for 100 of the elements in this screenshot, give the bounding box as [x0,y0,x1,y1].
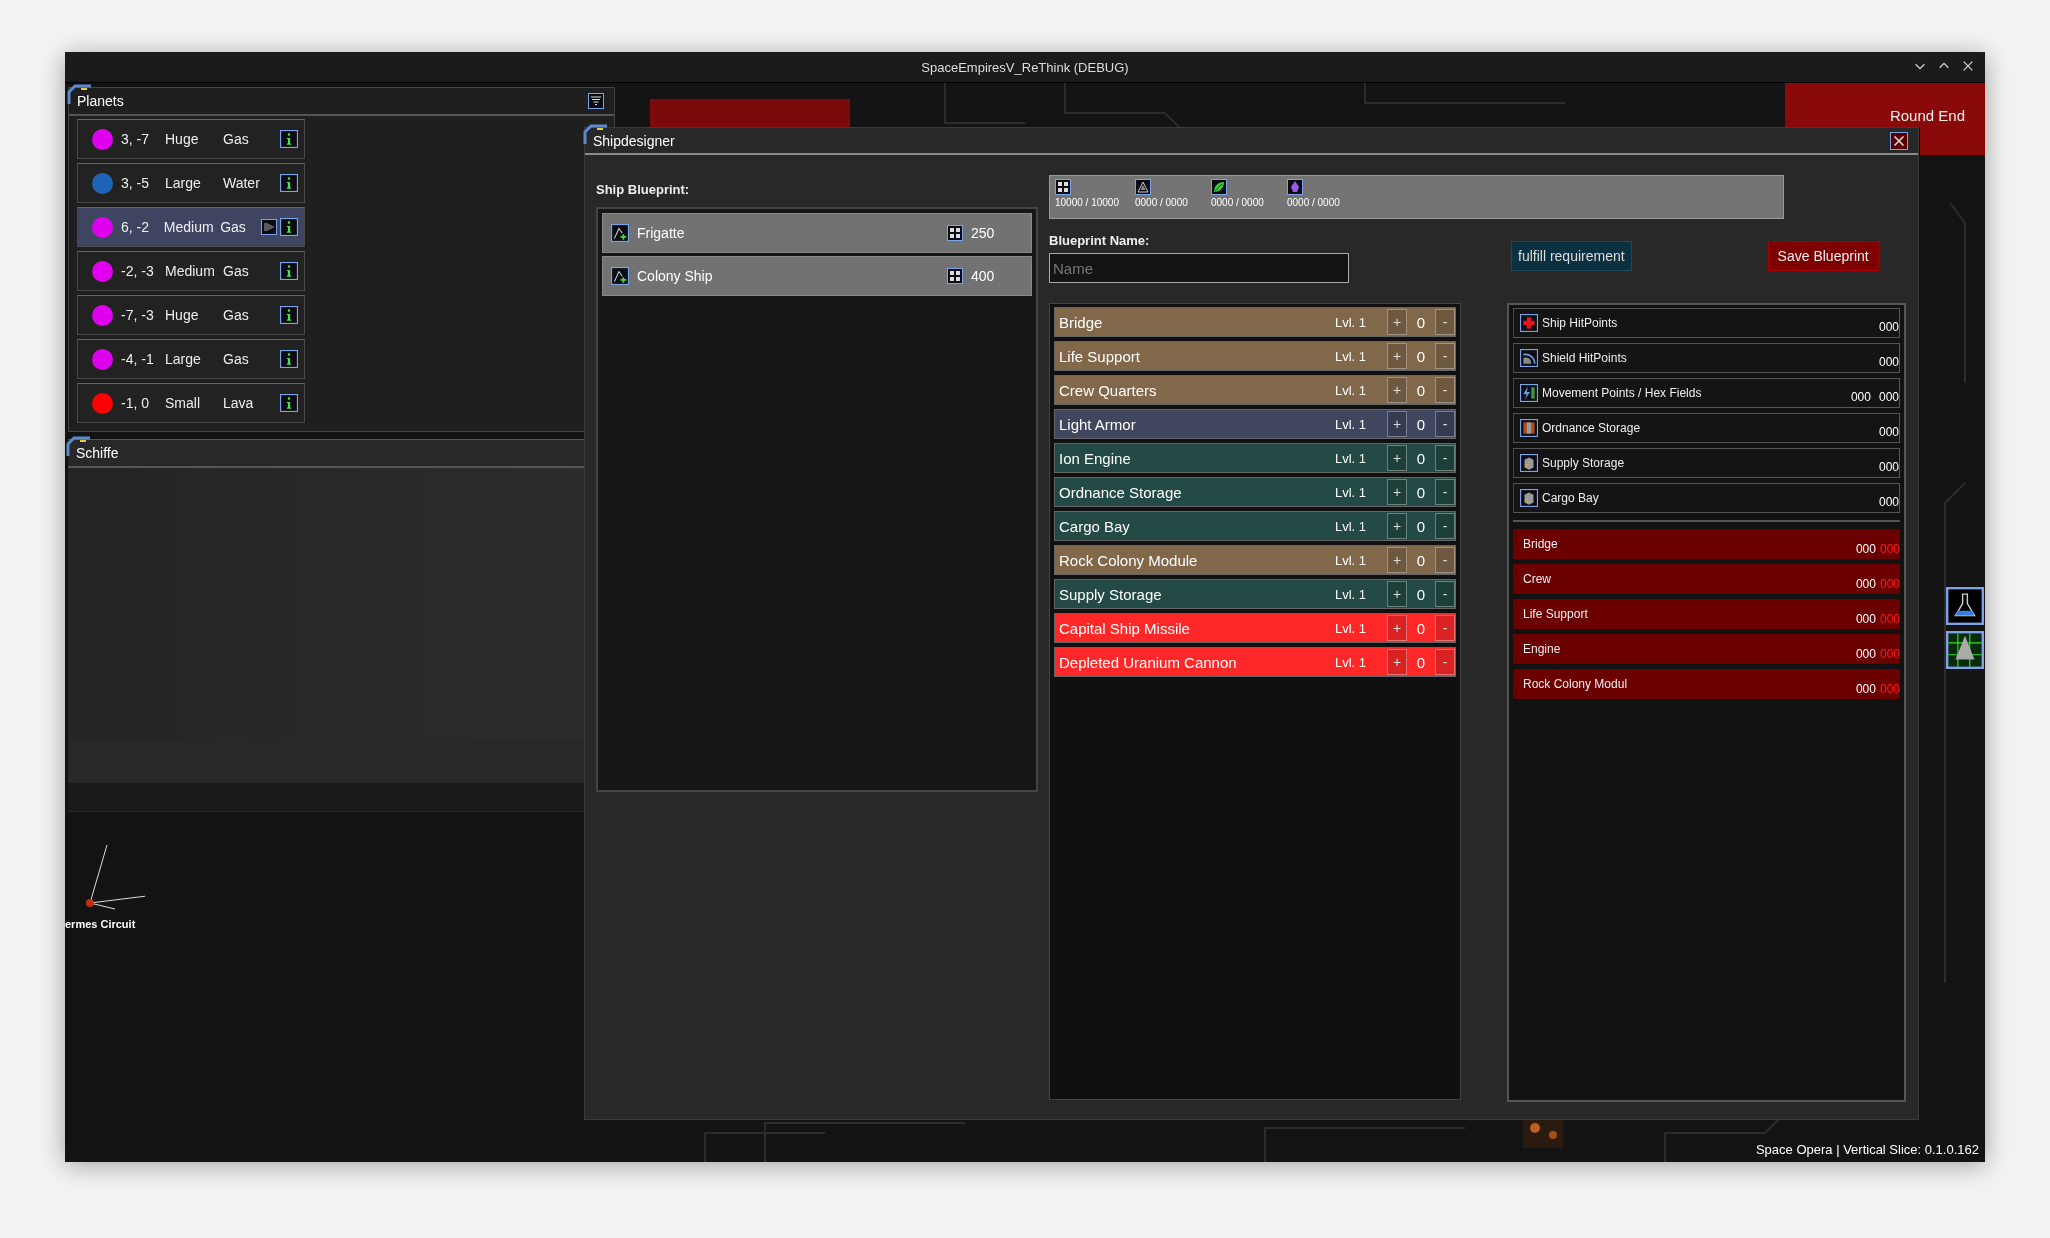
plus-button[interactable]: + [1387,445,1407,471]
module-count: 0 [1415,619,1427,637]
module-count: 0 [1415,381,1427,399]
planet-coords: -2, -3 [121,263,155,279]
planet-row[interactable]: 3, -5 Large Water [77,163,305,203]
info-icon[interactable] [280,350,298,368]
module-name: Ordnance Storage [1059,483,1183,501]
module-level: Lvl. 1 [1335,348,1368,364]
planet-coords: -4, -1 [121,351,155,367]
ship-add-icon [611,267,629,285]
module-row[interactable]: Capital Ship Missile Lvl. 1 + 0 - [1054,613,1456,643]
filter-icon[interactable] [588,93,604,109]
info-icon[interactable] [280,174,298,192]
planet-row[interactable]: 6, -2 Medium Gas [77,207,305,247]
stat-label: Supply Storage [1542,456,1626,470]
planet-coords: 6, -2 [121,219,150,235]
stat-label: Cargo Bay [1542,491,1600,505]
lightning-battery-icon [1520,384,1538,402]
module-row[interactable]: Ion Engine Lvl. 1 + 0 - [1054,443,1456,473]
module-name: Bridge [1059,313,1104,331]
module-row[interactable]: Rock Colony Module Lvl. 1 + 0 - [1054,545,1456,575]
minus-button[interactable]: - [1435,411,1455,437]
plus-button[interactable]: + [1387,343,1407,369]
minus-button[interactable]: - [1435,377,1455,403]
crystal-icon [1286,179,1303,195]
stat-value: 000 [1878,320,1899,336]
plus-button[interactable]: + [1387,615,1407,641]
module-row[interactable]: Bridge Lvl. 1 + 0 - [1054,307,1456,337]
ship-grid-icon[interactable] [1946,631,1984,669]
plus-button[interactable]: + [1387,547,1407,573]
module-row[interactable]: Light Armor Lvl. 1 + 0 - [1054,409,1456,439]
requirement-label: Life Support [1523,607,1589,621]
minus-button[interactable]: - [1435,513,1455,539]
module-level: Lvl. 1 [1335,586,1368,602]
round-end-button[interactable]: Round End [1785,83,1985,127]
module-count: 0 [1415,483,1427,501]
module-name: Depleted Uranium Cannon [1059,653,1238,671]
close-button[interactable] [1890,131,1908,150]
minus-button[interactable]: - [1435,615,1455,641]
plus-button[interactable]: + [1387,411,1407,437]
module-level: Lvl. 1 [1335,416,1368,432]
requirement-value: 000 [1855,647,1876,663]
planet-row[interactable]: -4, -1 Large Gas [77,339,305,379]
minus-button[interactable]: - [1435,581,1455,607]
planet-size: Small [165,395,201,411]
planet-type: Lava [223,395,255,411]
planet-type: Gas [223,263,250,279]
name-field[interactable]: Name [1049,253,1349,283]
module-count: 0 [1415,517,1427,535]
ship-add-icon [611,224,629,242]
info-icon[interactable] [280,218,298,236]
blueprint-item[interactable]: Colony Ship 400 [602,256,1032,296]
planet-type: Gas [223,351,250,367]
planet-row[interactable]: -1, 0 Small Lava [77,383,305,423]
planet-row[interactable]: -2, -3 Medium Gas [77,251,305,291]
minus-button[interactable]: - [1435,309,1455,335]
save-blueprint-button[interactable]: Save Blueprint [1767,241,1879,271]
module-level: Lvl. 1 [1335,654,1368,670]
module-level: Lvl. 1 [1335,552,1368,568]
module-row[interactable]: Supply Storage Lvl. 1 + 0 - [1054,579,1456,609]
module-count: 0 [1415,415,1427,433]
plus-button[interactable]: + [1387,513,1407,539]
module-level: Lvl. 1 [1335,382,1368,398]
plus-button[interactable]: + [1387,581,1407,607]
module-row[interactable]: Life Support Lvl. 1 + 0 - [1054,341,1456,371]
flask-icon[interactable] [1946,587,1984,625]
resource-amount: 0000 / 0000 [1210,197,1265,208]
info-icon[interactable] [280,394,298,412]
module-row[interactable]: Cargo Bay Lvl. 1 + 0 - [1054,511,1456,541]
planet-type: Gas [223,307,250,323]
blueprint-item[interactable]: Frigatte 250 [602,213,1032,253]
fulfill-requirement-button[interactable]: fulfill requirement [1511,241,1632,271]
module-level: Lvl. 1 [1335,484,1368,500]
plus-button[interactable]: + [1387,309,1407,335]
planet-type: Water [223,175,261,191]
info-icon[interactable] [280,130,298,148]
container-icon [1520,489,1538,507]
minus-button[interactable]: - [1435,547,1455,573]
info-icon[interactable] [280,306,298,324]
planet-size: Large [165,351,202,367]
minus-button[interactable]: - [1435,445,1455,471]
module-row[interactable]: Depleted Uranium Cannon Lvl. 1 + 0 - [1054,647,1456,677]
plus-button[interactable]: + [1387,649,1407,675]
minus-button[interactable]: - [1435,343,1455,369]
module-count: 0 [1415,347,1427,365]
module-row[interactable]: Crew Quarters Lvl. 1 + 0 - [1054,375,1456,405]
planet-row[interactable]: -7, -3 Huge Gas [77,295,305,335]
close-icon[interactable] [1961,59,1975,73]
section-label: Ship Blueprint: [596,182,691,197]
info-icon[interactable] [280,262,298,280]
blueprint-cost: 400 [971,268,995,284]
minus-button[interactable]: - [1435,479,1455,505]
minus-button[interactable]: - [1435,649,1455,675]
planet-type: Gas [220,219,247,235]
module-row[interactable]: Ordnance Storage Lvl. 1 + 0 - [1054,477,1456,507]
planet-row[interactable]: 3, -7 Huge Gas [77,119,305,159]
module-count: 0 [1415,551,1427,569]
plus-button[interactable]: + [1387,377,1407,403]
panel-title: Planets [77,93,124,109]
plus-button[interactable]: + [1387,479,1407,505]
